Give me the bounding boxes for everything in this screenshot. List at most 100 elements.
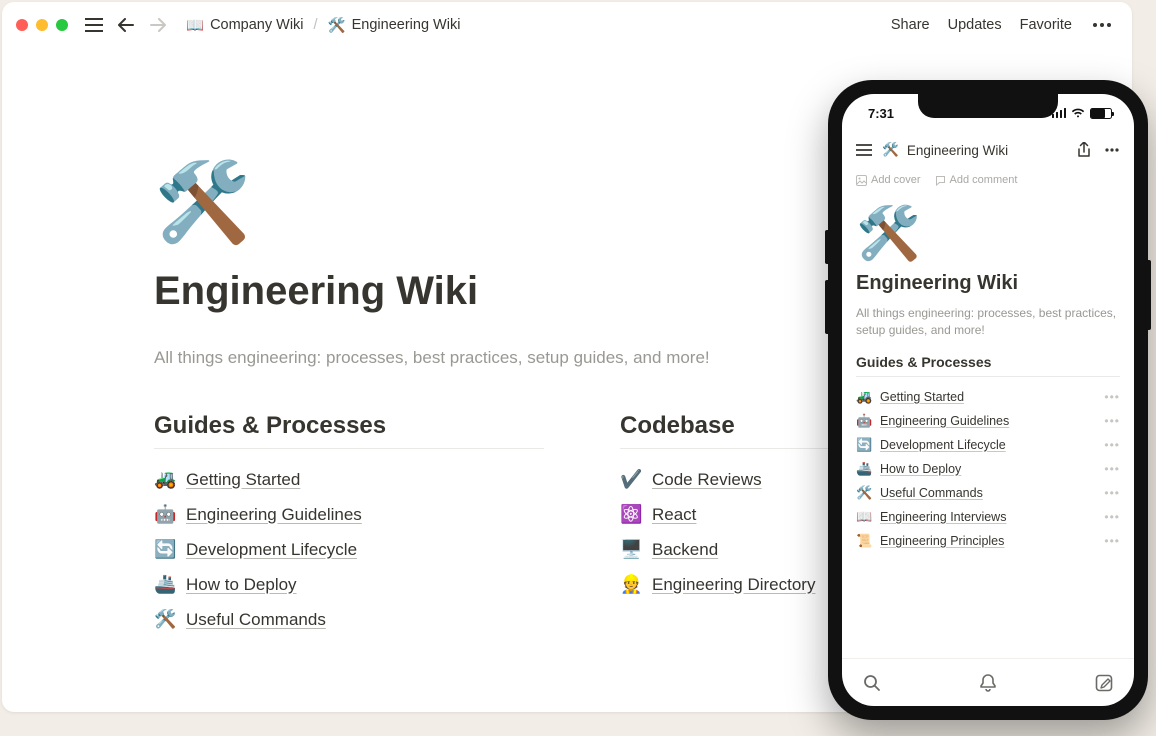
phone-screen: 7:31 🛠️ Engineering Wiki A [842,94,1134,706]
bell-icon [980,674,996,692]
robot-icon: 🤖 [154,504,176,525]
mobile-section-heading[interactable]: Guides & Processes [856,354,1120,377]
page-link-label: Engineering Directory [652,575,815,595]
link-list-guides: 🚜 Getting Started 🤖Engineering Guidelines… [154,469,544,630]
breadcrumb-item-engineering-wiki[interactable]: 🛠️ Engineering Wiki [324,15,465,36]
mobile-link-label: Development Lifecycle [880,438,1096,452]
forward-button[interactable] [146,13,170,37]
mobile-page-description[interactable]: All things engineering: processes, best … [856,305,1120,340]
back-button[interactable] [114,13,138,37]
image-icon [856,175,867,186]
page-link[interactable]: 🛠️Useful Commands [154,609,544,630]
item-more-icon[interactable]: ••• [1104,510,1120,524]
page-title[interactable]: Engineering Wiki [154,269,822,314]
mobile-page-title[interactable]: Engineering Wiki [856,272,1120,295]
page-link[interactable]: 🚢 How to Deploy [154,574,544,595]
section-heading-guides[interactable]: Guides & Processes [154,412,544,449]
mobile-page-link[interactable]: 📖 Engineering Interviews ••• [856,505,1120,529]
page-link-label: How to Deploy [186,575,297,595]
robot-icon: 🤖 [856,413,872,429]
hamburger-icon [856,144,872,156]
item-more-icon[interactable]: ••• [1104,486,1120,500]
mobile-more-button[interactable] [1102,140,1122,160]
breadcrumb-label: Engineering Wiki [352,17,461,33]
mobile-compose-button[interactable] [1094,673,1114,693]
sidebar-toggle-button[interactable] [82,13,106,37]
mobile-hints: Add cover Add comment [842,168,1134,190]
mobile-notifications-button[interactable] [978,673,998,693]
updates-button[interactable]: Updates [948,17,1002,33]
book-icon: 📖 [186,17,204,34]
mobile-page-link[interactable]: 🛠️ Useful Commands ••• [856,481,1120,505]
wifi-icon [1071,108,1085,118]
mobile-search-button[interactable] [862,673,882,693]
mobile-topbar-title: Engineering Wiki [907,143,1008,158]
page-content: 🛠️ Engineering Wiki All things engineeri… [2,48,822,630]
ship-icon: 🚢 [154,574,176,595]
page-link[interactable]: 🤖Engineering Guidelines [154,504,544,525]
arrow-right-icon [150,18,166,32]
phone-notch [918,94,1058,118]
item-more-icon[interactable]: ••• [1104,534,1120,548]
item-more-icon[interactable]: ••• [1104,390,1120,404]
mobile-body: 🛠️ Engineering Wiki All things engineeri… [842,190,1134,658]
column-guides: Guides & Processes 🚜 Getting Started 🤖Eng… [154,412,544,630]
page-description[interactable]: All things engineering: processes, best … [154,348,822,368]
mobile-topbar: 🛠️ Engineering Wiki [842,132,1134,168]
add-comment-label: Add comment [950,174,1018,186]
ellipsis-icon [1105,148,1119,152]
page-link[interactable]: 🔄Development Lifecycle [154,539,544,560]
desktop-icon: 🖥️ [620,539,642,560]
mobile-link-list: 🚜Getting Started••• 🤖Engineering Guideli… [856,385,1120,553]
minimize-window-button[interactable] [36,19,48,31]
page-link[interactable]: 🚜 Getting Started [154,469,544,490]
breadcrumb: 📖 Company Wiki / 🛠️ Engineering Wiki [182,15,464,36]
mobile-link-label: Useful Commands [880,486,1096,500]
add-comment-button[interactable]: Add comment [935,174,1018,186]
top-actions: Share Updates Favorite [891,13,1114,37]
mobile-menu-button[interactable] [854,140,874,160]
item-more-icon[interactable]: ••• [1104,462,1120,476]
cycle-icon: 🔄 [154,539,176,560]
check-icon: ✔️ [620,469,642,490]
arrow-left-icon [118,18,134,32]
tractor-icon: 🚜 [154,469,176,490]
phone-mockup: 7:31 🛠️ Engineering Wiki A [828,80,1148,720]
ellipsis-icon [1093,23,1111,27]
page-link-label: Useful Commands [186,610,326,630]
item-more-icon[interactable]: ••• [1104,414,1120,428]
book-icon: 📖 [856,509,872,525]
tools-icon: 🛠️ [328,17,346,34]
window-controls [16,19,68,31]
hamburger-icon [85,18,103,32]
more-button[interactable] [1090,13,1114,37]
mobile-link-label: Engineering Interviews [880,510,1096,524]
close-window-button[interactable] [16,19,28,31]
scroll-icon: 📜 [856,533,872,549]
favorite-button[interactable]: Favorite [1020,17,1072,33]
mobile-page-link[interactable]: 🚢How to Deploy••• [856,457,1120,481]
share-button[interactable]: Share [891,17,930,33]
maximize-window-button[interactable] [56,19,68,31]
titlebar: 📖 Company Wiki / 🛠️ Engineering Wiki Sha… [2,2,1132,48]
add-cover-button[interactable]: Add cover [856,174,921,186]
search-icon [863,674,881,692]
comment-icon [935,175,946,186]
mobile-page-link[interactable]: 📜Engineering Principles••• [856,529,1120,553]
breadcrumb-item-company-wiki[interactable]: 📖 Company Wiki [182,15,308,36]
mobile-link-label: Getting Started [880,390,1096,404]
cycle-icon: 🔄 [856,437,872,453]
mobile-page-link[interactable]: 🚜Getting Started••• [856,385,1120,409]
page-link-label: Getting Started [186,470,300,490]
mobile-share-button[interactable] [1074,140,1094,160]
page-icon[interactable]: 🛠️ [154,163,822,241]
mobile-page-link[interactable]: 🤖 Engineering Guidelines ••• [856,409,1120,433]
mobile-page-link[interactable]: 🔄 Development Lifecycle ••• [856,433,1120,457]
mobile-page-icon[interactable]: 🛠️ [856,208,1120,260]
compose-icon [1095,674,1113,692]
tools-icon: 🛠️ [856,485,872,501]
mobile-link-label: Engineering Guidelines [880,414,1096,428]
add-cover-label: Add cover [871,174,921,186]
status-time: 7:31 [868,106,894,121]
item-more-icon[interactable]: ••• [1104,438,1120,452]
